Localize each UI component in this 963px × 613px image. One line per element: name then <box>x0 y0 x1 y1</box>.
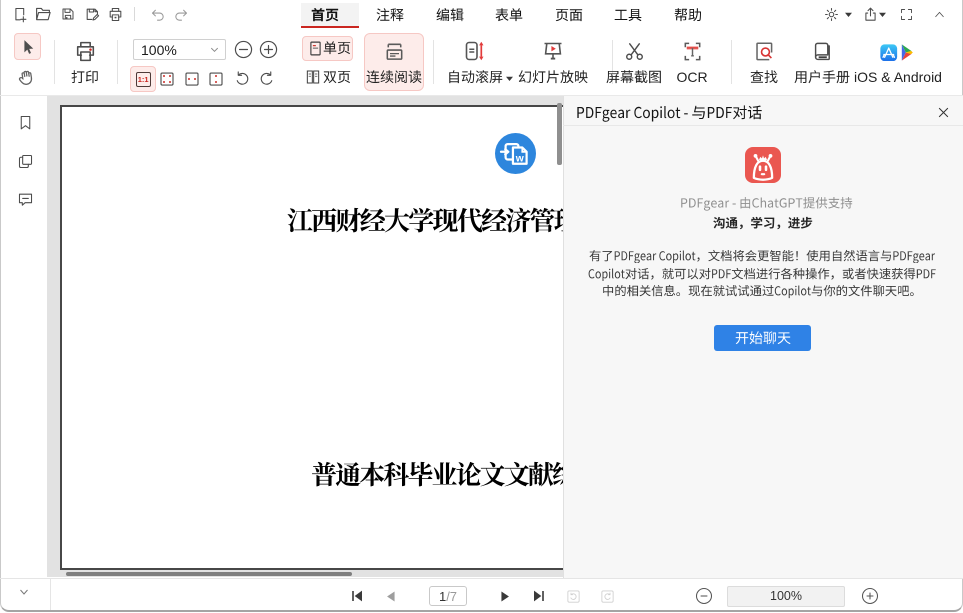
svg-text:w: w <box>515 153 524 164</box>
